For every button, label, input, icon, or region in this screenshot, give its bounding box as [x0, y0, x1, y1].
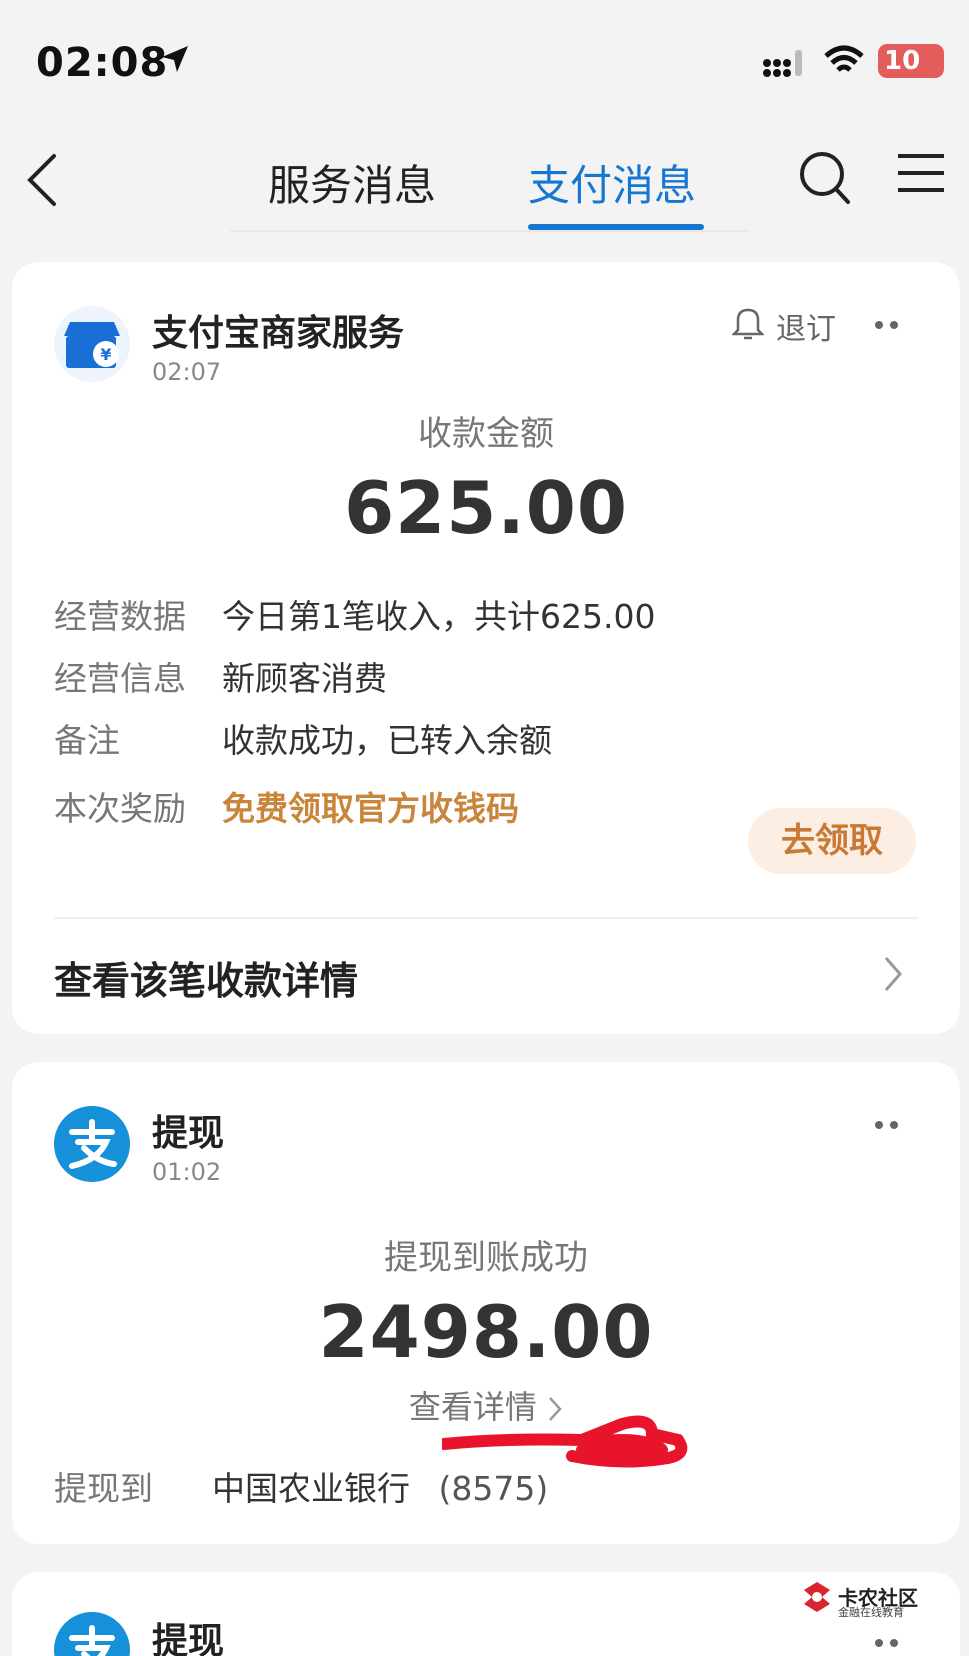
amount-label: 收款金额: [418, 414, 554, 454]
card-title: 支付宝商家服务: [152, 313, 405, 354]
merchant-service-logo: ¥: [54, 306, 130, 382]
more-options-icon[interactable]: [874, 1120, 902, 1130]
info-value-reward[interactable]: 免费领取官方收钱码: [222, 782, 519, 830]
info-key-note: 备注: [54, 721, 120, 760]
wifi-icon: [824, 45, 864, 72]
chevron-right-icon[interactable]: [882, 954, 904, 994]
info-key-withdraw-to: 提现到: [54, 1469, 153, 1508]
nav-divider: [230, 230, 750, 232]
info-key-reward: 本次奖励: [54, 789, 186, 828]
info-key-business-data: 经营数据: [54, 597, 186, 636]
location-arrow-icon: [162, 46, 188, 72]
claim-button[interactable]: 去领取: [748, 808, 916, 874]
bank-name: 中国农业银行: [212, 1469, 410, 1508]
info-key-business-info: 经营信息: [54, 659, 186, 698]
view-payment-detail-link[interactable]: 查看该笔收款详情: [54, 950, 358, 1005]
status-bar: 02:08 10: [0, 0, 969, 120]
store-icon: ¥: [64, 322, 120, 368]
back-arrow-icon[interactable]: [22, 150, 62, 210]
tab-payment-messages[interactable]: 支付消息: [528, 152, 696, 213]
card-time: 02:07: [152, 358, 222, 386]
card-title: 提现: [152, 1621, 225, 1656]
alipay-logo: [54, 1612, 130, 1656]
unsubscribe-button[interactable]: 退订: [776, 304, 836, 348]
alipay-icon: [69, 1119, 117, 1169]
card-divider: [54, 917, 918, 919]
withdrawal-card[interactable]: 提现 01:02 提现到账成功 2498.00 查看详情 提现到 中国农业银行 …: [12, 1062, 960, 1544]
more-options-icon[interactable]: [874, 1638, 902, 1648]
status-time: 02:08: [36, 40, 169, 86]
alipay-logo: [54, 1106, 130, 1182]
svg-text:¥: ¥: [100, 345, 111, 364]
withdrawal-amount: 2498.00: [318, 1290, 654, 1374]
tab-service-messages[interactable]: 服务消息: [268, 152, 436, 213]
alipay-icon: [69, 1625, 115, 1656]
amount-value: 625.00: [344, 466, 628, 550]
menu-icon[interactable]: [896, 152, 946, 194]
info-value-business-info: 新顾客消费: [222, 659, 387, 698]
more-options-icon[interactable]: [874, 320, 902, 330]
card-time: 01:02: [152, 1158, 222, 1186]
info-value-note: 收款成功，已转入余额: [222, 721, 552, 760]
info-value-business-data: 今日第1笔收入，共计625.00: [222, 597, 656, 636]
redaction-scribble: [442, 1415, 688, 1468]
watermark-subtitle: 金融在线教育: [838, 1606, 904, 1619]
watermark-logo-icon: [804, 1582, 830, 1612]
signal-icon: [763, 50, 802, 77]
withdrawal-status-label: 提现到账成功: [384, 1238, 588, 1278]
bell-icon[interactable]: [732, 306, 764, 340]
payment-received-card[interactable]: ¥ 支付宝商家服务 02:07 退订 收款金额 625.00 经营数据 今日第1…: [12, 262, 960, 1034]
top-nav: 服务消息 支付消息: [0, 130, 969, 232]
battery-level: 10: [884, 46, 921, 76]
card-title: 提现: [152, 1113, 225, 1154]
search-icon[interactable]: [798, 148, 854, 208]
